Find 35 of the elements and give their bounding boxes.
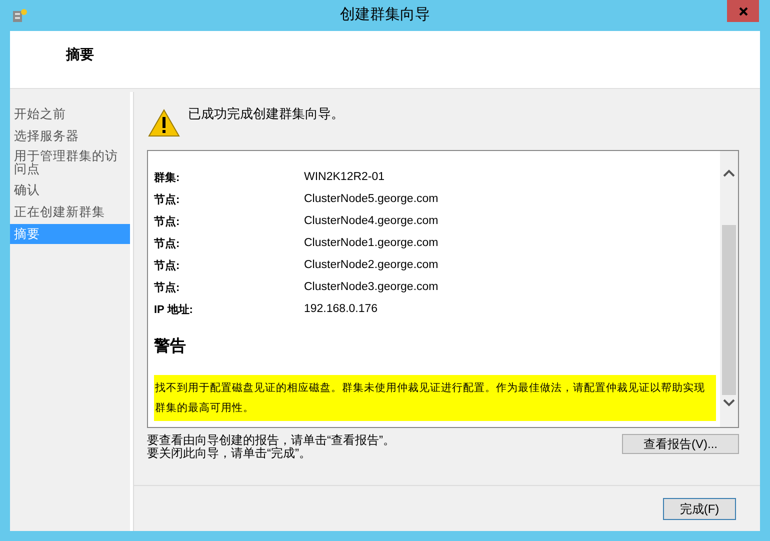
instruction-text: 要查看由向导创建的报告，请单击“查看报告”。 [147,434,395,447]
report-value: ClusterNode4.george.com [304,214,438,230]
warning-icon [148,109,180,137]
close-icon [738,6,748,16]
status-message: 已成功完成创建群集向导。 [188,105,344,123]
cluster-app-icon [12,8,28,24]
scrollbar[interactable] [720,151,738,427]
wizard-step[interactable]: 确认 [10,180,130,200]
report-label: 节点: [154,236,181,252]
report-value: ClusterNode3.george.com [304,280,438,296]
close-button[interactable] [727,0,759,22]
wizard-step[interactable]: 选择服务器 [10,126,130,146]
wizard-step[interactable]: 正在创建新群集 [10,202,130,222]
report-value: ClusterNode2.george.com [304,258,438,274]
report-value: ClusterNode1.george.com [304,236,438,252]
wizard-step[interactable]: 开始之前 [10,104,130,124]
wizard-step[interactable]: 用于管理群集的访问点 [10,148,130,178]
window-title: 创建群集向导 [340,5,430,26]
page-heading: 摘要 [66,45,94,64]
report-label: 节点: [154,258,181,274]
warning-heading: 警告 [154,336,187,357]
report-value: WIN2K12R2-01 [304,170,385,186]
report-value: ClusterNode5.george.com [304,192,438,208]
warning-message: 找不到用于配置磁盘见证的相应磁盘。群集未使用仲裁见证进行配置。作为最佳做法，请配置仲裁见证以帮助实现群集的最高可用性。 [154,375,716,421]
instruction-text: 要关闭此向导，请单击“完成”。 [147,447,312,460]
report-label: 节点: [154,214,181,230]
view-report-button[interactable]: 查看报告(V)... [622,434,739,454]
finish-button[interactable]: 完成(F) [663,498,736,520]
report-label: 群集: [154,170,181,186]
report-label: 节点: [154,192,181,208]
scroll-down-icon[interactable] [723,399,735,407]
report-label: IP 地址: [154,302,194,318]
scroll-up-icon[interactable] [723,169,735,177]
report-label: 节点: [154,280,181,296]
report-value: 192.168.0.176 [304,302,378,318]
